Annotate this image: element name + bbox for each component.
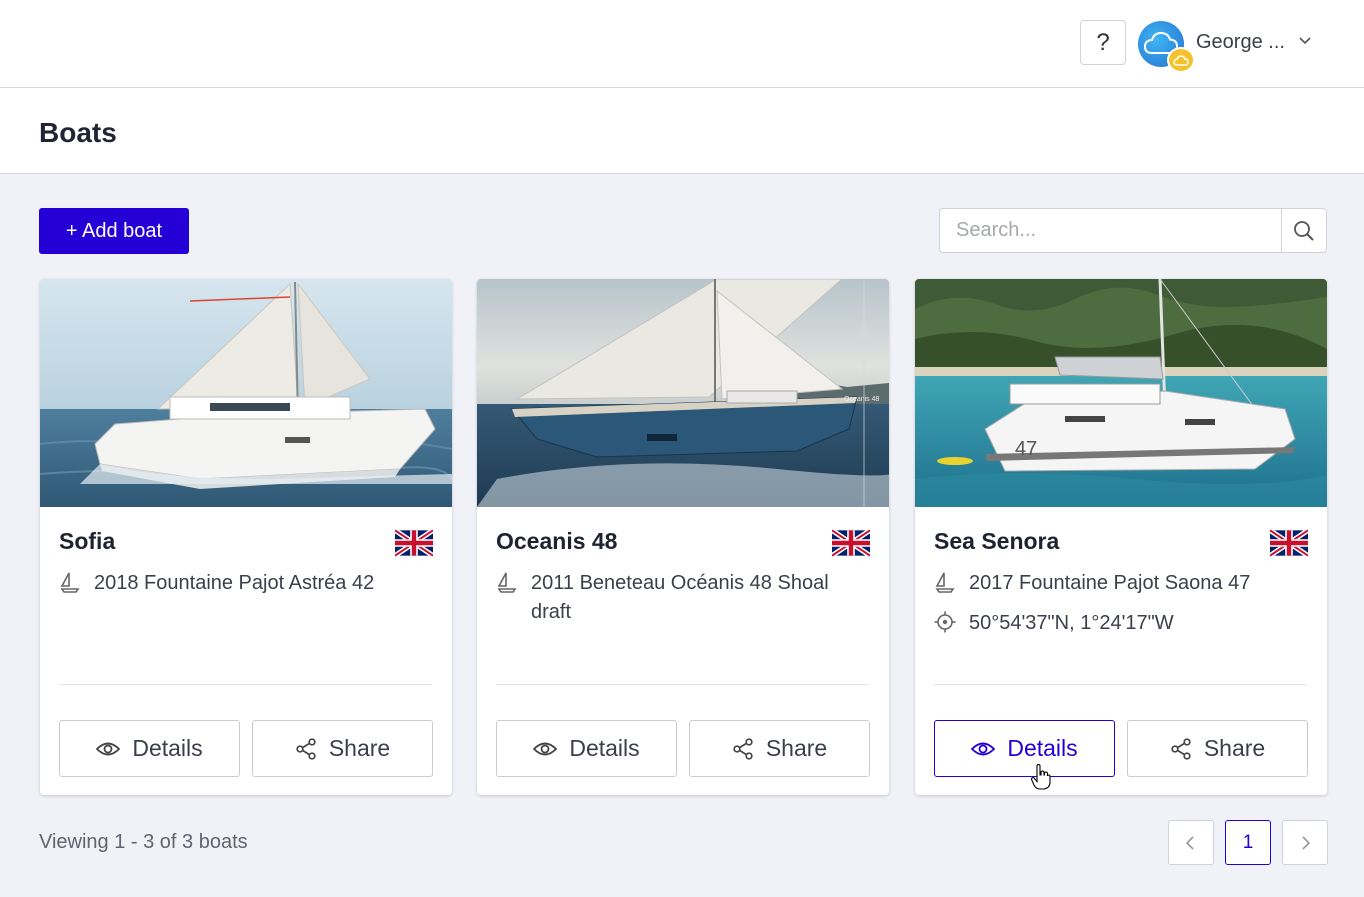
add-boat-button[interactable]: + Add boat [39, 208, 189, 254]
card-divider [59, 684, 432, 685]
boat-name[interactable]: Sea Senora [934, 528, 1059, 555]
share-icon [296, 737, 316, 760]
share-button[interactable]: Share [1127, 720, 1308, 777]
share-icon [733, 737, 753, 760]
share-button[interactable]: Share [252, 720, 433, 777]
details-button[interactable]: Details [59, 720, 240, 777]
cloud-badge-icon [1167, 47, 1195, 73]
user-name[interactable]: George ... [1196, 31, 1285, 54]
details-button[interactable]: Details [934, 720, 1115, 777]
page-title: Boats [39, 117, 117, 148]
boat-card: Oceanis 48 Oceanis 48 2011 Beneteau Océa… [477, 279, 889, 795]
details-label: Details [1007, 735, 1078, 761]
help-button[interactable]: ? [1080, 20, 1126, 65]
top-bar: ? George ... [0, 0, 1364, 88]
share-icon [1171, 737, 1191, 760]
boat-card: Sofia 2018 Fountaine Pajot Astréa 42 Det… [40, 279, 452, 795]
details-label: Details [132, 735, 203, 761]
boat-photo[interactable]: Oceanis 48 [477, 279, 889, 507]
boat-model: 2018 Fountaine Pajot Astréa 42 [94, 572, 375, 594]
boat-model-row: 2018 Fountaine Pajot Astréa 42 [59, 569, 424, 598]
details-button[interactable]: Details [496, 720, 677, 777]
add-boat-label: + Add boat [65, 219, 163, 242]
boat-model: 2017 Fountaine Pajot Saona 47 [969, 572, 1251, 594]
location-crosshair-icon [934, 611, 956, 633]
viewing-count: Viewing 1 - 3 of 3 boats [39, 831, 248, 853]
uk-flag-icon [832, 529, 870, 557]
image-caption: Oceanis 48 [844, 396, 880, 403]
search-button[interactable] [1281, 208, 1327, 253]
share-label: Share [1203, 735, 1266, 761]
eye-icon [971, 742, 996, 755]
boat-model: 2011 Beneteau Océanis 48 Shoal draft [531, 572, 829, 623]
share-label: Share [765, 735, 828, 761]
boat-location-row: 50°54'37"N, 1°24'17"W [934, 609, 1299, 638]
sailboat-icon [497, 572, 517, 593]
hand-cursor-icon [1031, 764, 1051, 790]
boat-card: 47 Sea Senora 2017 Fountaine Pajot Saona… [915, 279, 1327, 795]
chevron-right-icon [1302, 835, 1311, 850]
boat-name[interactable]: Sofia [59, 528, 115, 555]
uk-flag-icon [395, 529, 433, 557]
boat-model-row: 2017 Fountaine Pajot Saona 47 [934, 569, 1299, 598]
hull-number: 47 [1015, 438, 1037, 460]
chevron-down-icon[interactable] [1298, 34, 1312, 48]
page-1-button[interactable]: 1 [1225, 820, 1271, 865]
boat-photo[interactable]: 47 [915, 279, 1327, 507]
current-page-label: 1 [1242, 831, 1254, 853]
help-label: ? [1096, 28, 1110, 56]
chevron-left-icon [1185, 835, 1194, 850]
boat-photo[interactable] [40, 279, 452, 507]
sailboat-icon [935, 572, 955, 593]
eye-icon [533, 742, 558, 755]
eye-icon [96, 742, 121, 755]
next-page-button[interactable] [1282, 820, 1328, 865]
boat-name[interactable]: Oceanis 48 [496, 528, 617, 555]
card-divider [496, 684, 869, 685]
search-input[interactable] [939, 208, 1282, 253]
details-label: Details [569, 735, 640, 761]
card-divider [934, 684, 1307, 685]
user-avatar[interactable] [1138, 21, 1195, 73]
boat-location: 50°54'37"N, 1°24'17"W [969, 612, 1174, 634]
page-header: Boats [0, 88, 1364, 174]
share-label: Share [328, 735, 391, 761]
search-icon [1294, 220, 1314, 241]
boat-model-row: 2011 Beneteau Océanis 48 Shoal draft [496, 569, 861, 627]
share-button[interactable]: Share [689, 720, 870, 777]
prev-page-button[interactable] [1168, 820, 1214, 865]
sailboat-icon [60, 572, 80, 593]
uk-flag-icon [1270, 529, 1308, 557]
